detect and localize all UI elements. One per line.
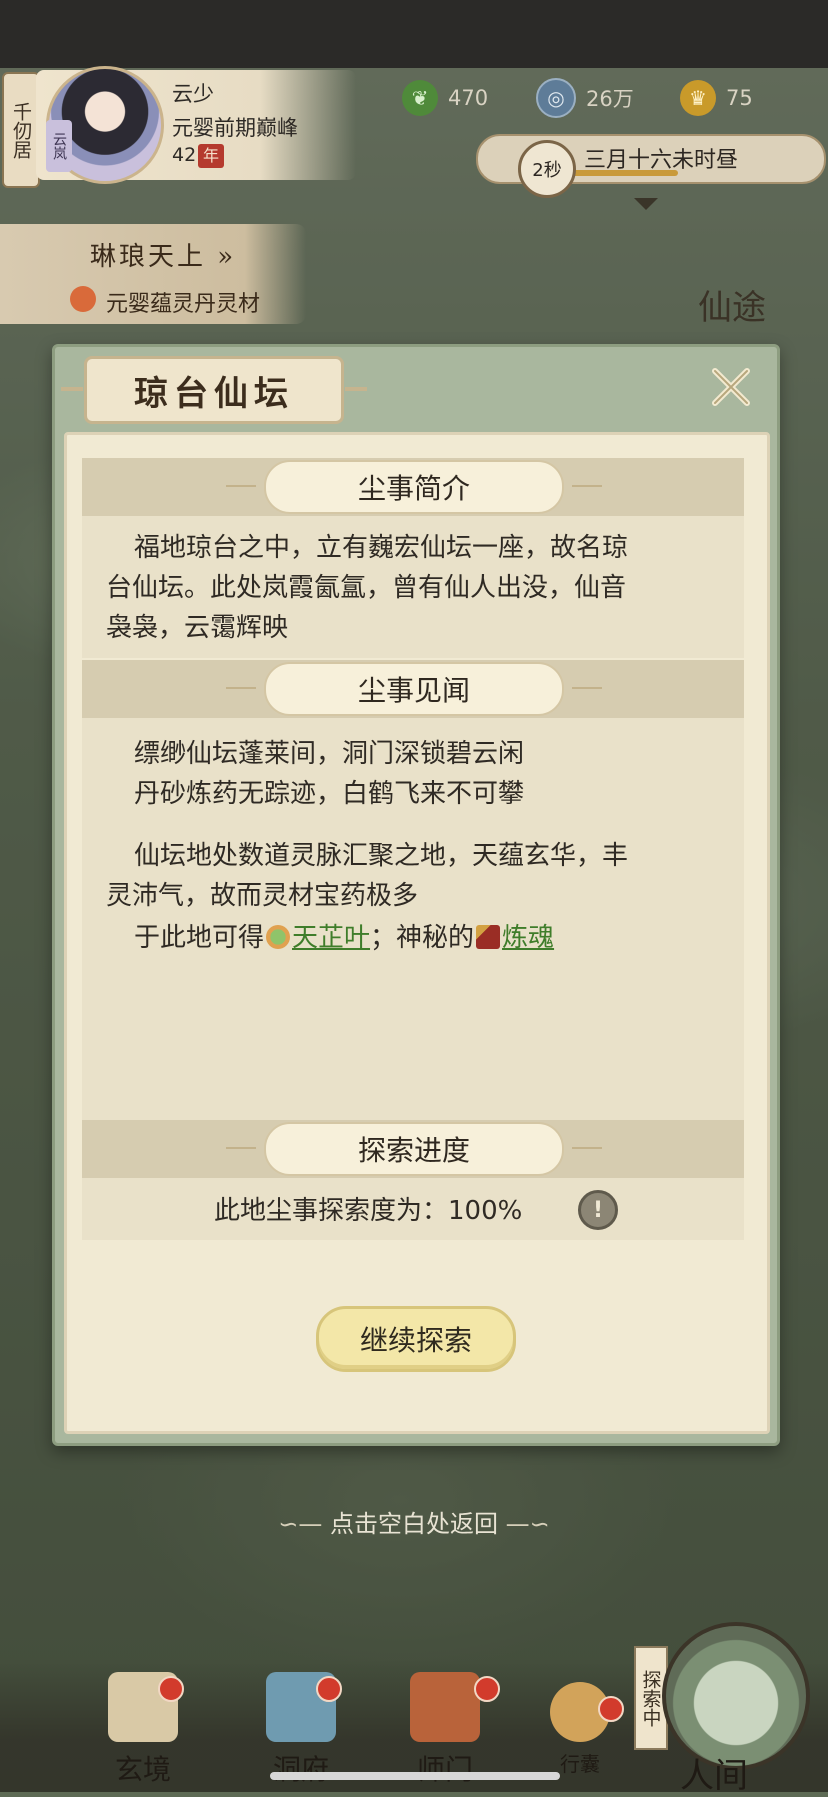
info-icon[interactable]: ! <box>578 1190 618 1230</box>
intro-text-line3: 袅袅，云霭辉映 <box>106 613 289 643</box>
banner-icon <box>410 1672 480 1742</box>
intro-text-line2: 台仙坛。此处岚霞氤氲，曾有仙人出没，仙音 <box>106 573 627 603</box>
nav-shimen-label: 师门 <box>416 1753 473 1786</box>
quest-subtitle: 元婴蕴灵丹灵材 <box>106 292 261 317</box>
leaf-item-icon <box>266 925 291 949</box>
title-wing-right <box>345 387 367 391</box>
resource-coin-value: 26万 <box>586 87 634 111</box>
chevron-down-icon[interactable] <box>634 198 658 210</box>
resource-gold[interactable]: ♛ 75 <box>680 80 753 116</box>
nav-dongfu-badge <box>316 1676 342 1702</box>
lore-heading: 尘事见闻 <box>226 662 602 716</box>
intro-text-line1: 福地琼台之中，立有巍宏仙坛一座，故名琼 <box>134 533 629 563</box>
quest-title[interactable]: 琳琅天上 » <box>90 236 236 273</box>
player-name: 云少 <box>172 82 214 106</box>
close-icon <box>712 368 750 406</box>
loot-line: 于此地可得 天芷叶；神秘的 炼魂 <box>134 918 554 958</box>
nav-dongfu-label: 洞府 <box>272 1753 329 1786</box>
jade-leaf-icon: ❦ <box>402 80 438 116</box>
nav-xuanjing-badge <box>158 1676 184 1702</box>
renjian-label: 人间 <box>680 1756 748 1796</box>
cloud-deco-left-icon: ∽— <box>278 1510 323 1538</box>
player-age: 42 <box>172 144 197 166</box>
coin-icon: ◎ <box>536 78 576 118</box>
dialog-title: 琼台仙坛 <box>134 373 294 414</box>
close-button[interactable] <box>704 360 758 414</box>
game-time-text: 三月十六未时昼 <box>584 148 739 173</box>
nav-xingnang-badge <box>598 1696 624 1722</box>
item-link-lianhun[interactable]: 炼魂 <box>502 923 554 953</box>
loot-prefix: 于此地可得 <box>134 923 265 953</box>
title-wing-left <box>61 387 83 391</box>
intro-heading: 尘事简介 <box>226 460 602 514</box>
dialog-title-plate: 琼台仙坛 <box>61 356 367 424</box>
home-indicator <box>270 1772 560 1780</box>
gold-ingot-icon: ♛ <box>680 80 716 116</box>
lore-desc-line1: 仙坛地处数道灵脉汇聚之地，天蕴玄华，丰 <box>134 841 629 871</box>
progress-heading: 探索进度 <box>226 1122 602 1176</box>
poem-line2: 丹砂炼药无踪迹，白鹤飞来不可攀 <box>134 779 525 809</box>
avatar-tag: 云岚 <box>46 120 72 172</box>
poem-line1: 缥缈仙坛蓬莱间，洞门深锁碧云闲 <box>134 739 525 769</box>
location-tab[interactable]: 千仞居 <box>2 72 40 188</box>
resource-jade[interactable]: ❦ 470 <box>402 80 488 116</box>
item-link-tianzhiye[interactable]: 天芷叶 <box>292 923 370 953</box>
nav-xuanjing-label: 玄境 <box>114 1753 171 1786</box>
lore-desc-line2: 灵沛气，故而灵材宝药极多 <box>106 881 419 911</box>
player-realm: 元婴前期巅峰 <box>172 116 298 140</box>
hint-text: 点击空白处返回 <box>330 1510 498 1538</box>
tap-to-return-hint: ∽— 点击空白处返回 —∽ <box>0 1504 828 1539</box>
resource-gold-value: 75 <box>726 86 753 110</box>
resource-jade-value: 470 <box>448 86 489 110</box>
progress-text: 此地尘事探索度为：100% <box>214 1196 523 1226</box>
quest-flower-icon <box>70 286 96 312</box>
age-unit-badge: 年 <box>198 144 224 168</box>
staff-item-icon <box>476 925 501 949</box>
cloud-deco-right-icon: —∽ <box>505 1510 550 1538</box>
nav-shimen-badge <box>474 1676 500 1702</box>
loot-separator: ；神秘的 <box>370 923 475 953</box>
continue-explore-button[interactable]: 继续探索 <box>316 1306 516 1372</box>
resource-coin[interactable]: ◎ 26万 <box>536 78 634 118</box>
status-bar <box>0 0 828 68</box>
time-seconds-badge: 2秒 <box>518 140 576 198</box>
